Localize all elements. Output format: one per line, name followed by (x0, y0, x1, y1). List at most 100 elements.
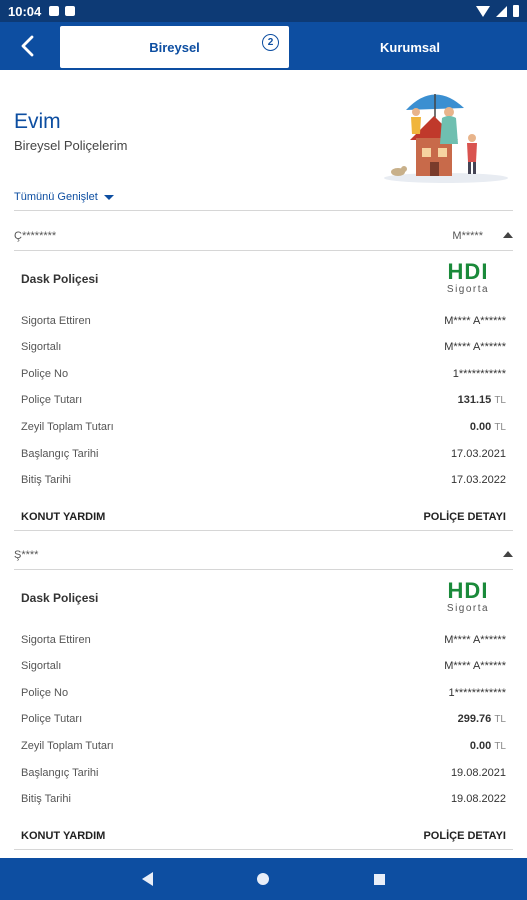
field-value-amount: 131.15 TL (458, 394, 506, 406)
group-header[interactable]: Ş**** (14, 545, 513, 565)
amount-value: 131.15 (457, 394, 492, 406)
field-value-amount: 0.00 TL (470, 740, 506, 752)
expand-all-label: Tümünü Genişlet (14, 191, 98, 203)
tab-kurumsal-label: Kurumsal (380, 39, 440, 55)
hdi-logo: HDI Sigorta (432, 579, 504, 623)
divider (14, 530, 513, 531)
field-value: 17.03.2021 (450, 448, 506, 460)
field-label: Sigortalı (21, 341, 62, 353)
caret-down-icon (103, 194, 114, 200)
hdi-logo-sub: Sigorta (446, 603, 490, 614)
group-name: Ş**** (14, 549, 39, 561)
currency-unit: TL (494, 741, 506, 752)
battery-icon (513, 5, 519, 17)
page-subtitle: Bireysel Poliçelerim (14, 138, 128, 153)
field-label: Zeyil Toplam Tutarı (21, 421, 114, 433)
field-row: Poliçe Tutarı 131.15 TL (21, 394, 513, 406)
info-badge-icon: 2 (262, 34, 279, 51)
caret-up-icon[interactable] (503, 232, 513, 238)
currency-unit: TL (494, 395, 506, 406)
field-value: 1*********** (452, 368, 506, 380)
field-row: Bitiş Tarihi 17.03.2022 (21, 474, 513, 486)
tab-bireysel[interactable]: Bireysel 2 (60, 26, 289, 68)
field-value-amount: 299.76 TL (458, 713, 506, 725)
field-value: M**** A****** (444, 660, 506, 672)
field-value: M**** A****** (444, 341, 506, 353)
notification-icon (49, 6, 60, 16)
wifi-icon (476, 5, 490, 17)
policy-detail-link[interactable]: POLİÇE DETAYI (423, 511, 506, 523)
policy-card: Dask Poliçesi HDI Sigorta Sigorta Ettire… (14, 569, 513, 849)
hdi-logo-text: HDI (447, 259, 489, 284)
divider (14, 210, 513, 211)
nav-back-icon[interactable] (142, 872, 154, 886)
field-value: M**** A****** (444, 634, 506, 646)
amount-value: 0.00 (469, 421, 492, 433)
signal-icon (496, 5, 507, 17)
sim-icon (65, 6, 76, 16)
konut-yardim-link[interactable]: KONUT YARDIM (21, 511, 105, 523)
field-value: 1************ (448, 687, 507, 699)
tab-kurumsal[interactable]: Kurumsal (300, 26, 520, 68)
status-time: 10:04 (8, 3, 42, 19)
field-row: Başlangıç Tarihi 17.03.2021 (21, 448, 513, 460)
field-row: Sigortalı M**** A****** (21, 660, 513, 672)
hdi-logo: HDI Sigorta (432, 260, 504, 304)
policy-card: Dask Poliçesi HDI Sigorta Sigorta Ettire… (14, 250, 513, 530)
field-row: Başlangıç Tarihi 19.08.2021 (21, 767, 513, 779)
currency-unit: TL (494, 714, 506, 725)
nav-recents-icon[interactable] (373, 873, 385, 885)
system-nav-bar (0, 858, 527, 900)
page-title: Evim (14, 110, 61, 133)
field-value: 17.03.2022 (450, 474, 506, 486)
divider (14, 849, 513, 850)
family-house-illustration (384, 94, 508, 183)
hdi-logo-text: HDI (447, 578, 489, 603)
field-row: Poliçe No 1*********** (21, 368, 513, 380)
field-row: Sigortalı M**** A****** (21, 341, 513, 353)
group-header[interactable]: Ç******** M***** (14, 226, 513, 246)
expand-all-button[interactable]: Tümünü Genişlet (14, 191, 114, 203)
group-name: Ç******** (14, 230, 57, 242)
field-label: Başlangıç Tarihi (21, 767, 99, 779)
policy-detail-link[interactable]: POLİÇE DETAYI (423, 830, 506, 842)
field-label: Başlangıç Tarihi (21, 448, 99, 460)
field-label: Poliçe No (21, 368, 69, 380)
hdi-logo-sub: Sigorta (446, 284, 490, 295)
field-label: Sigorta Ettiren (21, 315, 91, 327)
field-label: Sigorta Ettiren (21, 634, 91, 646)
field-label: Bitiş Tarihi (21, 474, 71, 486)
caret-up-icon[interactable] (503, 551, 513, 557)
field-row: Bitiş Tarihi 19.08.2022 (21, 793, 513, 805)
field-label: Poliçe Tutarı (21, 394, 83, 406)
group-owner: M***** (452, 230, 483, 242)
policy-footer: KONUT YARDIM POLİÇE DETAYI (21, 830, 513, 842)
field-label: Sigortalı (21, 660, 62, 672)
field-value-amount: 0.00 TL (470, 421, 506, 433)
field-value: 19.08.2021 (450, 767, 506, 779)
konut-yardim-link[interactable]: KONUT YARDIM (21, 830, 105, 842)
field-label: Poliçe No (21, 687, 69, 699)
field-row: Poliçe Tutarı 299.76 TL (21, 713, 513, 725)
policy-title: Dask Poliçesi (21, 591, 99, 605)
amount-value: 299.76 (457, 713, 492, 725)
back-button[interactable] (10, 30, 46, 62)
amount-value: 0.00 (469, 740, 492, 752)
nav-home-icon[interactable] (257, 873, 270, 885)
field-label: Poliçe Tutarı (21, 713, 83, 725)
currency-unit: TL (494, 422, 506, 433)
policy-footer: KONUT YARDIM POLİÇE DETAYI (21, 511, 513, 523)
field-value: 19.08.2022 (450, 793, 506, 805)
status-bar: 10:04 (0, 0, 527, 22)
field-row: Zeyil Toplam Tutarı 0.00 TL (21, 421, 513, 433)
field-row: Sigorta Ettiren M**** A****** (21, 634, 513, 646)
policy-title: Dask Poliçesi (21, 272, 99, 286)
back-arrow-icon (21, 35, 34, 57)
field-label: Zeyil Toplam Tutarı (21, 740, 114, 752)
field-row: Zeyil Toplam Tutarı 0.00 TL (21, 740, 513, 752)
field-row: Sigorta Ettiren M**** A****** (21, 315, 513, 327)
field-label: Bitiş Tarihi (21, 793, 71, 805)
field-row: Poliçe No 1************ (21, 687, 513, 699)
tab-bireysel-label: Bireysel (149, 39, 200, 55)
app-bar: Bireysel 2 Kurumsal (0, 22, 527, 70)
